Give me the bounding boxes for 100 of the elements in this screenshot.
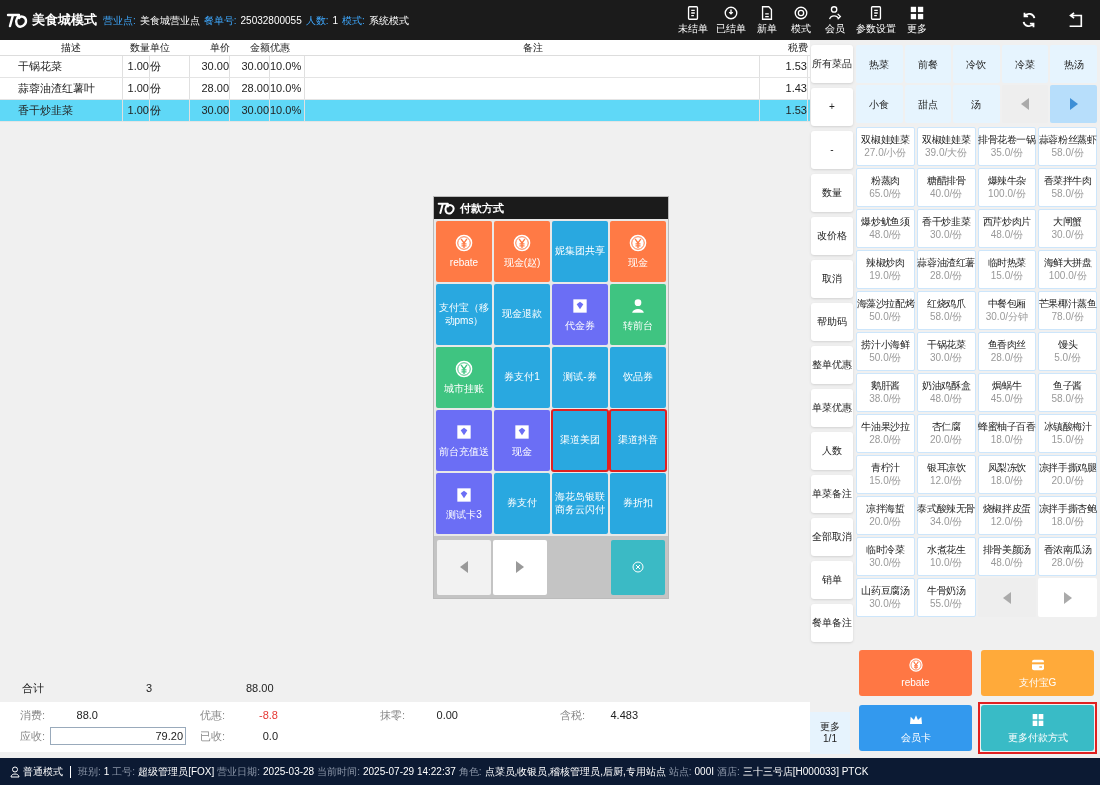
next-button[interactable] (1050, 85, 1097, 123)
dish-tile[interactable]: 海藻沙拉配烤 50.0/份 (856, 291, 915, 330)
action-button[interactable]: + (811, 88, 853, 126)
payment-method-tile[interactable]: 现金 (494, 410, 550, 471)
dish-tile[interactable]: 大闸蟹 30.0/份 (1038, 209, 1097, 248)
field-value: 系统模式 (368, 13, 409, 28)
action-button[interactable]: 人数 (811, 432, 853, 470)
payment-method-tile[interactable]: 测试卡3 (436, 473, 492, 534)
action-button[interactable]: 销单 (811, 561, 853, 599)
dish-tile[interactable]: 香浓南瓜汤 28.0/份 (1038, 537, 1097, 576)
dish-tile[interactable]: 海鲜大拼盘 100.0/份 (1038, 250, 1097, 289)
toolbar-button[interactable]: 参数设置 (856, 4, 896, 36)
dish-tile[interactable]: 牛油果沙拉 28.0/份 (856, 414, 915, 453)
category-tab[interactable]: 热汤 (1050, 45, 1097, 83)
dish-tile[interactable]: 排骨美颜汤 48.0/份 (977, 537, 1037, 576)
dish-tile[interactable]: 芒果椰汁蒸鱼 78.0/份 (1038, 291, 1097, 330)
action-button[interactable]: 取消 (811, 260, 853, 298)
yen-icon (907, 656, 924, 673)
action-button[interactable]: - (811, 131, 853, 169)
dish-tile[interactable]: 凉拌海蜇 20.0/份 (856, 496, 915, 535)
dish-tile[interactable]: 蒜蓉粉丝蒸虾 58.0/份 (1038, 127, 1097, 166)
dish-tile[interactable]: 银耳凉饮 12.0/份 (916, 455, 976, 494)
dish-tile[interactable]: 排骨花卷一锅 35.0/份 (977, 127, 1037, 166)
status-value: 点菜员,收银员,稽核管理员,后厨,专用站点 (484, 765, 666, 779)
dish-tile[interactable]: 杏仁腐 20.0/份 (916, 414, 976, 453)
dish-tile[interactable]: 干锅花菜 30.0/份 (916, 332, 976, 371)
dish-tile[interactable]: 爆辣牛杂 100.0/份 (977, 168, 1037, 207)
payment-method-tile[interactable]: 代金券 (552, 284, 608, 345)
dish-tile[interactable]: 凉拌手撕杏鲍 18.0/份 (1038, 496, 1097, 535)
field-label: 营业点: (103, 13, 136, 28)
action-button[interactable]: 全部取消 (811, 518, 853, 556)
order-row[interactable]: 干锅花菜 1.00份 30.00 30.0010.0% 1.53 (0, 56, 810, 78)
dish-tile[interactable]: 双椒娃娃菜 39.0/大份 (916, 127, 976, 166)
category-tab[interactable]: 冷菜 (1001, 45, 1049, 83)
dish-tile[interactable]: 西芹炒肉片 48.0/份 (977, 209, 1037, 248)
dish-tile[interactable]: 鱼子酱 58.0/份 (1038, 373, 1097, 412)
toolbar-button[interactable]: 更多 (904, 4, 930, 36)
field-value: 美食城营业点 (139, 13, 200, 28)
dish-tile[interactable]: 蒜蓉油渣红薯 28.0/份 (916, 250, 976, 289)
back-icon[interactable] (1066, 11, 1084, 29)
refresh-icon[interactable] (1020, 11, 1038, 29)
amount-due-field[interactable]: 79.20 (50, 727, 186, 745)
category-tab[interactable]: 甜点 (904, 85, 952, 123)
category-tab[interactable]: 汤 (953, 85, 1000, 123)
category-tab[interactable]: 冷饮 (953, 45, 1000, 83)
category-tab[interactable]: 小食 (856, 85, 903, 123)
dish-tile[interactable]: 临时冷菜 30.0/份 (856, 537, 915, 576)
more-button[interactable]: 更多 1/1 (810, 712, 850, 754)
dish-tile[interactable]: 临时热菜 15.0/份 (977, 250, 1037, 289)
dish-tile[interactable]: 凤梨冻饮 18.0/份 (977, 455, 1037, 494)
order-row[interactable]: 香干炒韭菜 1.00份 30.00 30.0010.0% 1.53 (0, 100, 810, 122)
dish-tile[interactable]: 中餐包厢 30.0/分钟 (977, 291, 1037, 330)
toolbar-button[interactable]: 已结单 (716, 4, 746, 36)
dish-tile[interactable]: 红烧鸡爪 58.0/份 (916, 291, 976, 330)
dish-tile[interactable]: 爆炒鱿鱼须 48.0/份 (856, 209, 915, 248)
next-button[interactable] (493, 539, 547, 595)
dish-tile[interactable]: 山药豆腐汤 30.0/份 (856, 578, 915, 617)
dish-tile[interactable]: 蜂蜜柚子百香 18.0/份 (977, 414, 1037, 453)
category-tab[interactable]: 热菜 (856, 45, 903, 83)
dish-tile[interactable]: 烧椒拌皮蛋 12.0/份 (977, 496, 1037, 535)
dish-tile[interactable]: 香干炒韭菜 30.0/份 (916, 209, 976, 248)
action-button[interactable]: 所有菜品 (811, 45, 853, 83)
dish-tile[interactable]: 香菜拌牛肉 58.0/份 (1038, 168, 1097, 207)
summary-value: 88.0 (75, 707, 98, 723)
dish-tile[interactable]: 捞汁小海鲜 50.0/份 (856, 332, 915, 371)
action-button[interactable]: 餐单备注 (811, 604, 853, 642)
action-button[interactable]: 整单优惠 (811, 346, 853, 384)
previous-button[interactable] (437, 539, 491, 595)
action-button[interactable]: 帮助码 (811, 303, 853, 341)
toolbar-button[interactable]: 未结单 (678, 4, 708, 36)
action-button[interactable]: 单菜备注 (811, 475, 853, 513)
dish-tile[interactable]: 糖醋排骨 40.0/份 (916, 168, 976, 207)
column-header: 描述 (59, 41, 82, 55)
dish-tile[interactable]: 粉蒸肉 65.0/份 (856, 168, 915, 207)
toolbar-button[interactable]: 会员 (822, 4, 848, 36)
toolbar-button[interactable]: 模式 (788, 4, 814, 36)
dish-tile[interactable]: 双椒娃娃菜 27.0/小份 (856, 127, 915, 166)
field-label: 餐单号: (203, 13, 237, 28)
table-cell-text: 份 (150, 59, 161, 75)
action-button[interactable]: 单菜优惠 (811, 389, 853, 427)
payment-method-tile[interactable]: 前台充值送 (436, 410, 492, 471)
action-button[interactable]: 数量 (811, 174, 853, 212)
dish-tile[interactable]: 水煮花生 10.0/份 (916, 537, 976, 576)
dish-tile[interactable]: 辣椒炒肉 19.0/份 (856, 250, 915, 289)
close-button[interactable] (611, 539, 665, 595)
dish-tile[interactable]: 焗蜗牛 45.0/份 (977, 373, 1037, 412)
dish-tile[interactable]: 奶油鸡酥盒 48.0/份 (916, 373, 976, 412)
dish-tile[interactable]: 冰镇酸梅汁 15.0/份 (1038, 414, 1097, 453)
category-tab[interactable]: 前餐 (904, 45, 952, 83)
dish-tile[interactable]: 馒头 5.0/份 (1038, 332, 1097, 371)
dish-tile[interactable]: 青柠汁 15.0/份 (856, 455, 915, 494)
dish-tile[interactable]: 鱼香肉丝 28.0/份 (977, 332, 1037, 371)
order-row[interactable]: 蒜蓉油渣红薯叶 1.00份 28.00 28.0010.0% 1.43 (0, 78, 810, 100)
dish-tile[interactable]: 泰式酸辣无骨 34.0/份 (916, 496, 976, 535)
dish-tile[interactable]: 鹅肝酱 38.0/份 (856, 373, 915, 412)
action-button[interactable]: 改价格 (811, 217, 853, 255)
toolbar-button[interactable]: 新单 (754, 4, 780, 36)
dish-tile[interactable]: 牛骨奶汤 55.0/份 (916, 578, 976, 617)
next-page-button[interactable] (1038, 578, 1097, 617)
dish-tile[interactable]: 凉拌手撕鸡腿 20.0/份 (1038, 455, 1097, 494)
